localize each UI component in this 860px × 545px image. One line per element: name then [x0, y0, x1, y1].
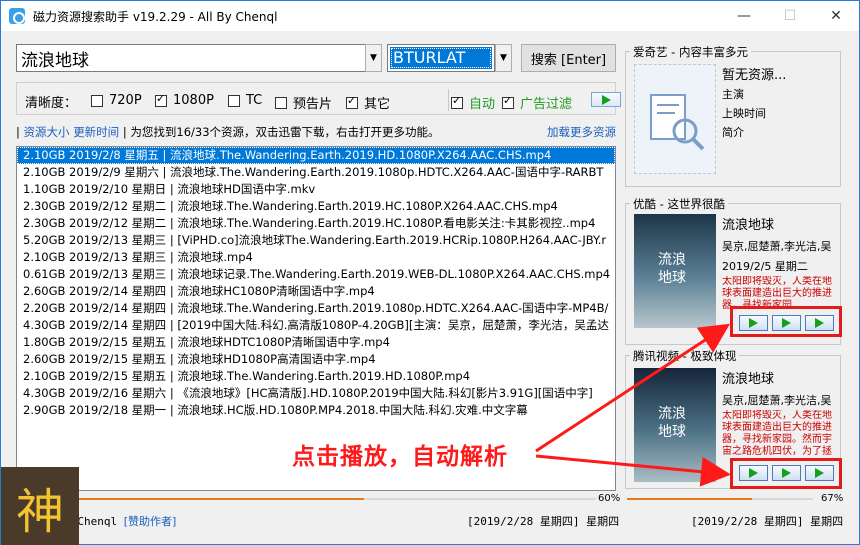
arrow-to-youku	[535, 323, 731, 453]
annotation-text: 点击播放，自动解析	[292, 444, 508, 470]
arrow-to-tencent	[535, 454, 731, 487]
watermark-logo: 神	[1, 467, 79, 545]
app-window: 磁力资源搜索助手 v19.2.29 - All By Chenql — ☐ ✕ …	[0, 0, 860, 545]
